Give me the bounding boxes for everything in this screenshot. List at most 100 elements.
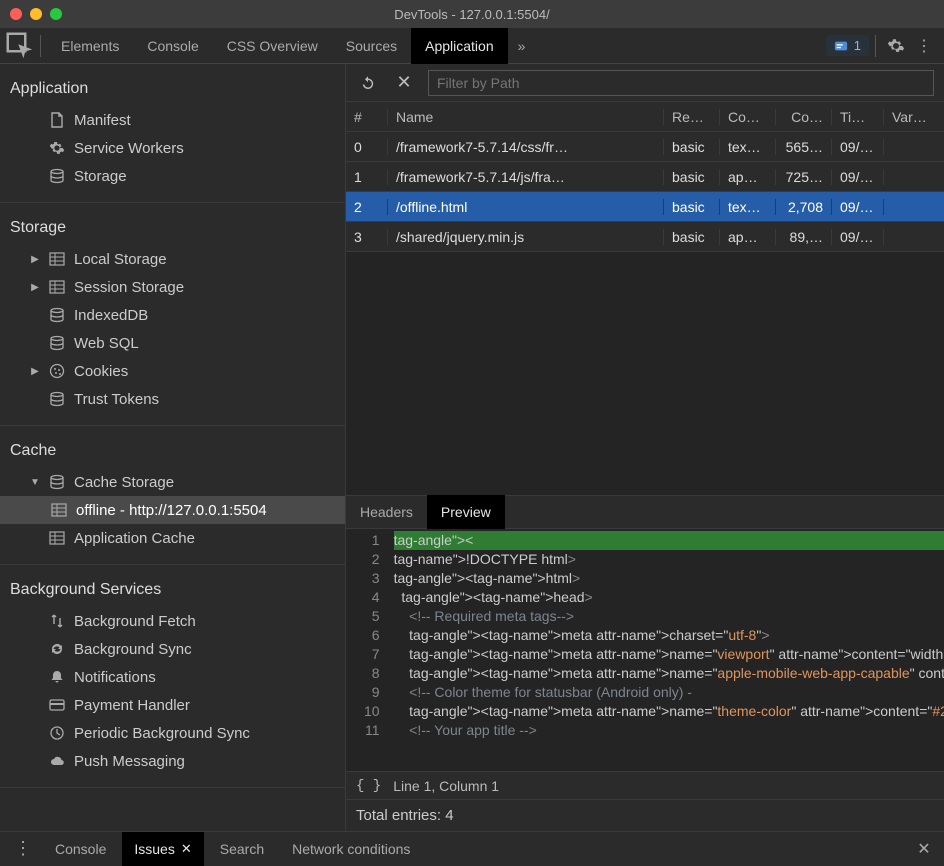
table-row[interactable]: 0/framework7-5.7.14/css/fr…basictex…565…… bbox=[346, 132, 944, 162]
sidebar-item[interactable]: offline - http://127.0.0.1:5504 bbox=[0, 496, 345, 524]
settings-button[interactable] bbox=[882, 37, 910, 55]
cell-response: basic bbox=[664, 169, 720, 185]
db-icon bbox=[48, 334, 66, 352]
cookie-icon bbox=[48, 362, 66, 380]
cell-content-type: tex… bbox=[720, 199, 776, 215]
sidebar-item[interactable]: ▶Local Storage bbox=[0, 245, 345, 273]
cache-storage-viewer: ✕ # Name Re… Co… Co… Ti… Var… 0/framewor… bbox=[346, 64, 944, 831]
col-header-name[interactable]: Name bbox=[388, 109, 664, 125]
minimize-window-button[interactable] bbox=[30, 8, 42, 20]
drawer-more-button[interactable]: ⋮ bbox=[8, 838, 39, 859]
grid-icon bbox=[48, 529, 66, 547]
sidebar-item[interactable]: Trust Tokens bbox=[0, 385, 345, 413]
more-menu-button[interactable]: ⋮ bbox=[910, 36, 938, 56]
table-row[interactable]: 1/framework7-5.7.14/js/fra…basicap…725…0… bbox=[346, 162, 944, 192]
pretty-print-button[interactable]: { } bbox=[356, 778, 381, 794]
cell-response: basic bbox=[664, 139, 720, 155]
sidebar-item-label: Application Cache bbox=[74, 530, 195, 547]
sidebar-item[interactable]: Periodic Background Sync bbox=[0, 719, 345, 747]
grid-icon bbox=[50, 501, 68, 519]
sidebar-item[interactable]: IndexedDB bbox=[0, 301, 345, 329]
detail-tab-preview[interactable]: Preview bbox=[427, 495, 505, 529]
delete-selected-button[interactable]: ✕ bbox=[392, 71, 416, 95]
tab-sources[interactable]: Sources bbox=[332, 28, 411, 64]
filter-input[interactable] bbox=[428, 70, 934, 96]
sidebar-item-label: Trust Tokens bbox=[74, 391, 159, 408]
col-header-content-type[interactable]: Co… bbox=[720, 109, 776, 125]
sidebar-item-label: Periodic Background Sync bbox=[74, 725, 250, 742]
sidebar-item-label: Web SQL bbox=[74, 335, 139, 352]
sidebar-item[interactable]: Manifest bbox=[0, 106, 345, 134]
cache-entries-table: # Name Re… Co… Co… Ti… Var… 0/framework7… bbox=[346, 102, 944, 252]
cell-time: 09/… bbox=[832, 199, 884, 215]
col-header-time[interactable]: Ti… bbox=[832, 109, 884, 125]
inspect-element-button[interactable] bbox=[6, 32, 34, 60]
traffic-lights bbox=[0, 8, 62, 20]
gear-icon bbox=[48, 139, 66, 157]
tab-application[interactable]: Application bbox=[411, 28, 508, 64]
sidebar-item-label: Background Fetch bbox=[74, 613, 196, 630]
close-icon[interactable]: ✕ bbox=[181, 841, 192, 857]
col-header-vary[interactable]: Var… bbox=[884, 109, 944, 125]
drawer-tab-issues[interactable]: Issues ✕ bbox=[122, 832, 203, 866]
sidebar-item[interactable]: Storage bbox=[0, 162, 345, 190]
col-header-index[interactable]: # bbox=[346, 109, 388, 125]
expand-arrow-icon[interactable]: ▶ bbox=[30, 366, 40, 377]
sidebar-item[interactable]: ▼Cache Storage bbox=[0, 468, 345, 496]
tabs-overflow-button[interactable]: » bbox=[508, 28, 536, 64]
table-empty-area bbox=[346, 252, 944, 495]
sidebar-item[interactable]: Service Workers bbox=[0, 134, 345, 162]
sidebar-item[interactable]: ▶ Cookies bbox=[0, 357, 345, 385]
cell-index: 1 bbox=[346, 169, 388, 185]
preview-code-view[interactable]: 1234567891011 tag-angle"><tag-name">!DOC… bbox=[346, 529, 944, 772]
refresh-button[interactable] bbox=[356, 71, 380, 95]
sync-icon bbox=[48, 640, 66, 658]
expand-arrow-icon[interactable]: ▶ bbox=[30, 254, 40, 265]
drawer-tab-network-conditions[interactable]: Network conditions bbox=[280, 832, 422, 866]
drawer-tab-console[interactable]: Console bbox=[43, 832, 118, 866]
code-content: tag-angle"><tag-name">!DOCTYPE html> tag… bbox=[390, 529, 944, 772]
col-header-response[interactable]: Re… bbox=[664, 109, 720, 125]
cell-name: /framework7-5.7.14/css/fr… bbox=[388, 139, 664, 155]
separator bbox=[875, 35, 876, 57]
issues-badge[interactable]: 1 bbox=[826, 35, 869, 56]
sidebar-item[interactable]: Push Messaging bbox=[0, 747, 345, 775]
tab-css-overview[interactable]: CSS Overview bbox=[213, 28, 332, 64]
cell-index: 2 bbox=[346, 199, 388, 215]
close-window-button[interactable] bbox=[10, 8, 22, 20]
cell-index: 3 bbox=[346, 229, 388, 245]
window-titlebar: DevTools - 127.0.0.1:5504/ bbox=[0, 0, 944, 28]
cell-content-type: ap… bbox=[720, 169, 776, 185]
sidebar-item[interactable]: Notifications bbox=[0, 663, 345, 691]
tab-elements[interactable]: Elements bbox=[47, 28, 133, 64]
cell-index: 0 bbox=[346, 139, 388, 155]
sidebar-item[interactable]: Payment Handler bbox=[0, 691, 345, 719]
sidebar-item[interactable]: Web SQL bbox=[0, 329, 345, 357]
sidebar-item[interactable]: ▶ Session Storage bbox=[0, 273, 345, 301]
sidebar-item[interactable]: Background Fetch bbox=[0, 607, 345, 635]
sidebar-item[interactable]: Application Cache bbox=[0, 524, 345, 552]
db-icon bbox=[48, 473, 66, 491]
clock-icon bbox=[48, 724, 66, 742]
sidebar-section-heading: Background Services bbox=[0, 575, 345, 607]
zoom-window-button[interactable] bbox=[50, 8, 62, 20]
col-header-content-length[interactable]: Co… bbox=[776, 109, 832, 125]
table-header-row: # Name Re… Co… Co… Ti… Var… bbox=[346, 102, 944, 132]
sidebar-item[interactable]: Background Sync bbox=[0, 635, 345, 663]
total-entries-footer: Total entries: 4 bbox=[346, 799, 944, 831]
table-row[interactable]: 3/shared/jquery.min.jsbasicap…89,…09/… bbox=[346, 222, 944, 252]
table-row[interactable]: 2/offline.htmlbasictex…2,70809/… bbox=[346, 192, 944, 222]
sidebar-item-label: Cookies bbox=[74, 363, 128, 380]
drawer-tab-bar: ⋮ Console Issues ✕ Search Network condit… bbox=[0, 831, 944, 865]
expand-arrow-icon[interactable]: ▶ bbox=[30, 282, 40, 293]
cell-time: 09/… bbox=[832, 169, 884, 185]
tab-console[interactable]: Console bbox=[133, 28, 212, 64]
sidebar-item-label: Session Storage bbox=[74, 279, 184, 296]
sidebar-section-heading: Application bbox=[0, 74, 345, 106]
detail-tab-headers[interactable]: Headers bbox=[346, 495, 427, 529]
cell-content-length: 725… bbox=[776, 169, 832, 185]
drawer-close-button[interactable]: ✕ bbox=[912, 839, 936, 859]
drawer-tab-search[interactable]: Search bbox=[208, 832, 276, 866]
sidebar-item-label: Notifications bbox=[74, 669, 156, 686]
expand-arrow-icon[interactable]: ▼ bbox=[30, 477, 40, 488]
